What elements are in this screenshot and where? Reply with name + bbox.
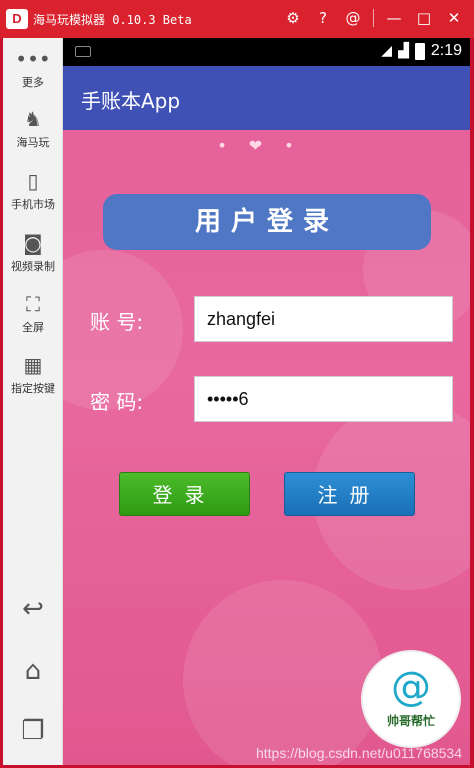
sidebar-label: 海马玩 [16,136,50,149]
password-label: 密 码: [90,390,144,414]
more-icon: ••• [15,47,51,71]
login-screen: •❤• 用户登录 账 号: zhangfei 密 码: •••••6 登录 注册… [63,130,470,765]
battery-icon [414,42,425,60]
market-icon: ▯ [27,169,39,193]
signal-icon: ▟ [398,43,409,59]
account-input[interactable]: zhangfei [194,296,453,342]
sidebar-label: 手机市场 [11,198,55,211]
android-status-bar: ◢ ▟ 2:19 [63,38,470,66]
emulator-title: 海马玩模拟器 0.10.3 Beta [33,13,192,27]
recents-icon[interactable]: ❐ [3,716,63,746]
login-header: 用户登录 [103,194,431,250]
password-input[interactable]: •••••6 [194,376,453,422]
gear-icon[interactable]: ⚙ [283,8,303,28]
snail-badge: @ 帅哥帮忙 [361,650,461,748]
account-label: 账 号: [90,310,144,334]
divider [373,9,374,27]
sidebar-label: 视频录制 [11,260,55,273]
emulator-logo: D [6,9,28,29]
haima-icon: ♞ [24,107,42,131]
sidebar-item-market[interactable]: ▯ 手机市场 [3,168,63,212]
back-icon[interactable]: ↩ [3,594,63,624]
wifi-icon: ◢ [381,43,393,59]
emulator-title-bar: D 海马玩模拟器 0.10.3 Beta ⚙ ? @ — □ ✕ [0,0,474,38]
sidebar-item-more[interactable]: ••• 更多 [3,46,63,90]
login-button[interactable]: 登录 [119,472,250,516]
sidebar-item-haima[interactable]: ♞ 海马玩 [3,106,63,150]
register-button[interactable]: 注册 [284,472,415,516]
phone-screen: ◢ ▟ 2:19 手账本App •❤• 用户登录 账 号: zhangfei 密… [63,38,470,765]
maximize-icon[interactable]: □ [414,8,434,28]
help-icon[interactable]: ? [313,8,333,28]
fullscreen-icon: ⛶ [26,292,40,316]
emulator-sidebar: ••• 更多 ♞ 海马玩 ▯ 手机市场 ◙ 视频录制 ⛶ 全屏 ▦ 指定按键 ↩… [3,38,63,765]
sidebar-item-video[interactable]: ◙ 视频录制 [3,230,63,274]
at-icon[interactable]: @ [343,8,363,28]
minimize-icon[interactable]: — [384,8,404,28]
badge-text: 帅哥帮忙 [386,714,435,728]
close-icon[interactable]: ✕ [444,8,464,28]
watermark: https://blog.csdn.net/u011768534 [255,745,462,761]
status-icons: ◢ ▟ 2:19 [381,42,462,60]
app-bar: 手账本App [63,66,470,130]
keyboard-icon [75,46,91,57]
sidebar-label: 指定按键 [11,382,55,395]
snail-icon: @ [391,664,431,710]
keymap-icon: ▦ [23,353,43,377]
video-record-icon: ◙ [23,231,43,255]
status-time: 2:19 [430,42,462,59]
heart-ornament-icon: •❤• [217,136,316,155]
sidebar-label: 全屏 [22,321,44,334]
sidebar-item-fullscreen[interactable]: ⛶ 全屏 [3,291,63,335]
window-controls: ⚙ ? @ — □ ✕ [283,8,464,28]
home-icon[interactable]: ⌂ [3,656,63,686]
sidebar-label: 更多 [22,76,44,89]
app-title: 手账本App [81,89,181,113]
background-flower [183,580,383,765]
sidebar-item-keymap[interactable]: ▦ 指定按键 [3,352,63,396]
